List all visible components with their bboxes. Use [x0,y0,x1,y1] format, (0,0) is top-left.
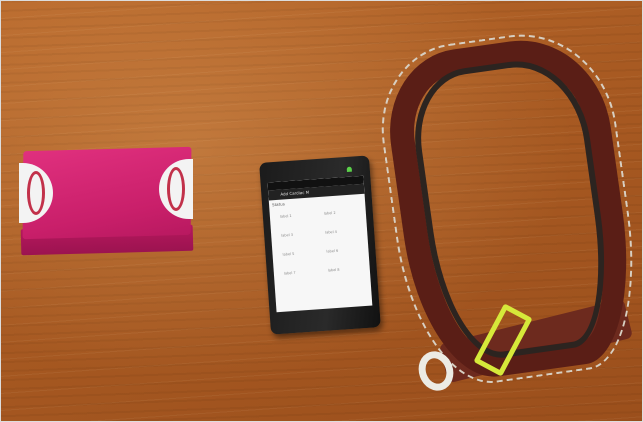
wifi-icon [346,166,352,172]
grid-label: label 8 [327,267,340,273]
phone-screen: Add Cardiac M Status label 1 label 2 lab… [267,175,373,313]
grid-label: label 4 [325,229,338,235]
grid-label: label 1 [279,213,292,219]
grid-label: label 6 [326,248,339,254]
photo-scene: Add Cardiac M Status label 1 label 2 lab… [0,0,643,422]
grid-label: label 5 [282,251,295,257]
seal-ring [167,167,185,211]
grid-label: label 3 [281,232,294,238]
label-grid: label 1 label 2 label 3 label 4 label 5 … [269,203,369,277]
grid-label: label 2 [323,210,336,216]
pink-box [19,146,197,257]
grid-label: label 7 [283,270,296,276]
smartphone: Add Cardiac M Status label 1 label 2 lab… [259,155,381,335]
seal-ring [27,171,45,215]
